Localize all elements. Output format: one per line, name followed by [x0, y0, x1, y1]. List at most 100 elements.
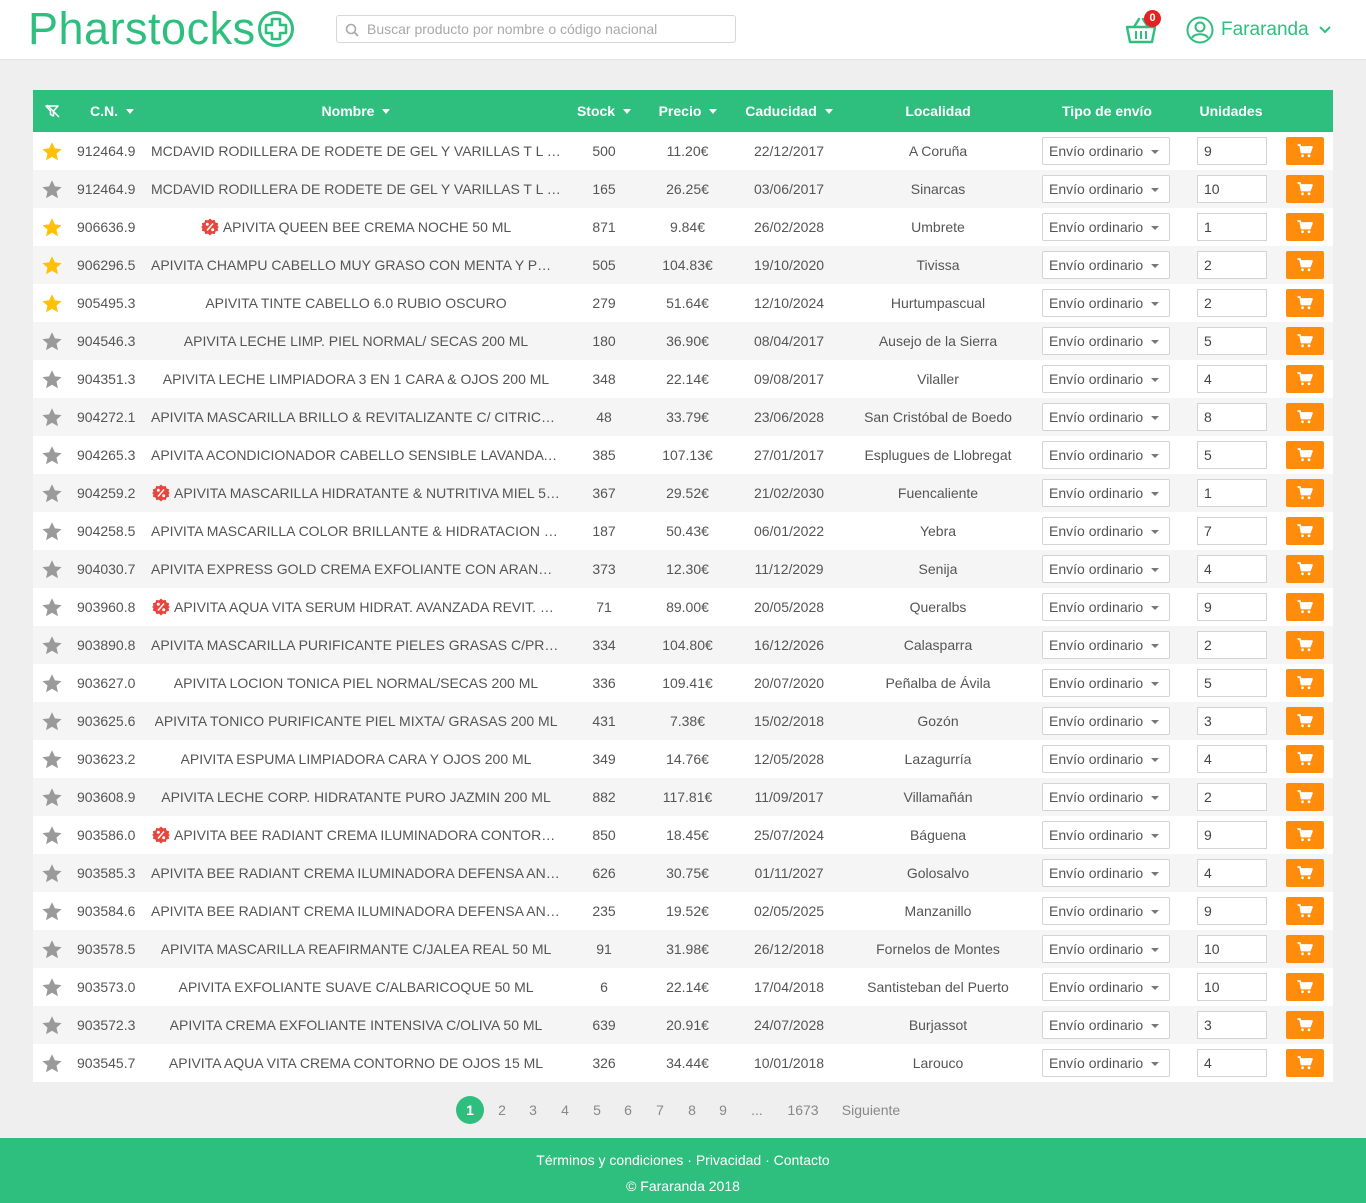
product-name[interactable]: APIVITA CREMA EXFOLIANTE INTENSIVA C/OLI… [170, 1017, 543, 1033]
product-name[interactable]: APIVITA BEE RADIANT CREMA ILUMINADORA DE… [151, 865, 561, 881]
next-page-link[interactable]: Siguiente [836, 1096, 906, 1124]
favorite-star-icon[interactable] [41, 597, 63, 618]
favorite-star-icon[interactable] [41, 407, 63, 428]
add-to-cart-button[interactable] [1286, 479, 1324, 507]
units-input[interactable] [1197, 213, 1267, 241]
shipping-type-select[interactable]: Envío ordinario [1042, 1049, 1170, 1077]
add-to-cart-button[interactable] [1286, 707, 1324, 735]
shipping-type-select[interactable]: Envío ordinario [1042, 441, 1170, 469]
favorite-star-icon[interactable] [41, 141, 63, 162]
column-header-nombre[interactable]: Nombre [151, 90, 561, 132]
shipping-type-select[interactable]: Envío ordinario [1042, 973, 1170, 1001]
page-link[interactable]: 8 [682, 1096, 702, 1124]
favorite-star-icon[interactable] [41, 331, 63, 352]
favorite-star-icon[interactable] [41, 749, 63, 770]
units-input[interactable] [1197, 175, 1267, 203]
add-to-cart-button[interactable] [1286, 859, 1324, 887]
units-input[interactable] [1197, 669, 1267, 697]
shipping-type-select[interactable]: Envío ordinario [1042, 631, 1170, 659]
product-name[interactable]: APIVITA LECHE CORP. HIDRATANTE PURO JAZM… [161, 789, 551, 805]
product-name[interactable]: APIVITA MASCARILLA REAFIRMANTE C/JALEA R… [161, 941, 552, 957]
shipping-type-select[interactable]: Envío ordinario [1042, 213, 1170, 241]
units-input[interactable] [1197, 365, 1267, 393]
product-name[interactable]: APIVITA MASCARILLA HIDRATANTE & NUTRITIV… [174, 485, 560, 501]
shipping-type-select[interactable]: Envío ordinario [1042, 669, 1170, 697]
favorite-star-icon[interactable] [41, 483, 63, 504]
product-name[interactable]: APIVITA EXPRESS GOLD CREMA EXFOLIANTE CO… [151, 561, 561, 577]
shipping-type-select[interactable]: Envío ordinario [1042, 935, 1170, 963]
column-header-stock[interactable]: Stock [568, 90, 640, 132]
shipping-type-select[interactable]: Envío ordinario [1042, 707, 1170, 735]
product-name[interactable]: APIVITA LOCION TONICA PIEL NORMAL/SECAS … [174, 675, 538, 691]
product-name[interactable]: APIVITA EXFOLIANTE SUAVE C/ALBARICOQUE 5… [178, 979, 533, 995]
shipping-type-select[interactable]: Envío ordinario [1042, 1011, 1170, 1039]
add-to-cart-button[interactable] [1286, 669, 1324, 697]
product-name[interactable]: APIVITA LECHE LIMP. PIEL NORMAL/ SECAS 2… [184, 333, 528, 349]
units-input[interactable] [1197, 745, 1267, 773]
favorite-star-icon[interactable] [41, 1053, 63, 1074]
shipping-type-select[interactable]: Envío ordinario [1042, 289, 1170, 317]
shipping-type-select[interactable]: Envío ordinario [1042, 517, 1170, 545]
add-to-cart-button[interactable] [1286, 1011, 1324, 1039]
add-to-cart-button[interactable] [1286, 175, 1324, 203]
product-name[interactable]: APIVITA MASCARILLA PURIFICANTE PIELES GR… [151, 637, 561, 653]
add-to-cart-button[interactable] [1286, 593, 1324, 621]
product-name[interactable]: APIVITA ACONDICIONADOR CABELLO SENSIBLE … [151, 447, 561, 463]
terms-link[interactable]: Términos y condiciones [536, 1152, 683, 1168]
column-header-cn[interactable]: C.N. [77, 90, 147, 132]
shipping-type-select[interactable]: Envío ordinario [1042, 593, 1170, 621]
favorite-star-icon[interactable] [41, 1015, 63, 1036]
search-input[interactable] [367, 19, 727, 39]
units-input[interactable] [1197, 137, 1267, 165]
page-link[interactable]: 2 [492, 1096, 512, 1124]
units-input[interactable] [1197, 1011, 1267, 1039]
units-input[interactable] [1197, 631, 1267, 659]
favorite-star-icon[interactable] [41, 711, 63, 732]
product-name[interactable]: APIVITA BEE RADIANT CREMA ILUMINADORA CO… [174, 827, 560, 843]
product-name[interactable]: APIVITA MASCARILLA BRILLO & REVITALIZANT… [151, 409, 561, 425]
product-name[interactable]: MCDAVID RODILLERA DE RODETE DE GEL Y VAR… [151, 143, 561, 159]
shipping-type-select[interactable]: Envío ordinario [1042, 745, 1170, 773]
add-to-cart-button[interactable] [1286, 327, 1324, 355]
units-input[interactable] [1197, 897, 1267, 925]
add-to-cart-button[interactable] [1286, 441, 1324, 469]
shipping-type-select[interactable]: Envío ordinario [1042, 859, 1170, 887]
add-to-cart-button[interactable] [1286, 897, 1324, 925]
product-name[interactable]: APIVITA QUEEN BEE CREMA NOCHE 50 ML [223, 219, 511, 235]
favorite-star-icon[interactable] [41, 977, 63, 998]
shipping-type-select[interactable]: Envío ordinario [1042, 175, 1170, 203]
product-name[interactable]: APIVITA CHAMPU CABELLO MUY GRASO CON MEN… [151, 257, 561, 273]
units-input[interactable] [1197, 403, 1267, 431]
units-input[interactable] [1197, 593, 1267, 621]
shipping-type-select[interactable]: Envío ordinario [1042, 327, 1170, 355]
product-name[interactable]: APIVITA MASCARILLA COLOR BRILLANTE & HID… [151, 523, 561, 539]
add-to-cart-button[interactable] [1286, 745, 1324, 773]
page-link[interactable]: 7 [650, 1096, 670, 1124]
product-name[interactable]: APIVITA BEE RADIANT CREMA ILUMINADORA DE… [151, 903, 561, 919]
favorite-star-icon[interactable] [41, 445, 63, 466]
add-to-cart-button[interactable] [1286, 783, 1324, 811]
add-to-cart-button[interactable] [1286, 251, 1324, 279]
page-link[interactable]: 9 [713, 1096, 733, 1124]
units-input[interactable] [1197, 821, 1267, 849]
privacy-link[interactable]: Privacidad [696, 1152, 761, 1168]
page-link[interactable]: 1673 [785, 1096, 821, 1124]
units-input[interactable] [1197, 1049, 1267, 1077]
shipping-type-select[interactable]: Envío ordinario [1042, 365, 1170, 393]
page-link[interactable]: 4 [555, 1096, 575, 1124]
favorite-star-icon[interactable] [41, 901, 63, 922]
add-to-cart-button[interactable] [1286, 289, 1324, 317]
favorite-star-icon[interactable] [41, 255, 63, 276]
favorite-star-icon[interactable] [41, 559, 63, 580]
units-input[interactable] [1197, 289, 1267, 317]
page-link[interactable]: 3 [523, 1096, 543, 1124]
units-input[interactable] [1197, 783, 1267, 811]
favorite-star-icon[interactable] [41, 293, 63, 314]
product-name[interactable]: MCDAVID RODILLERA DE RODETE DE GEL Y VAR… [151, 181, 561, 197]
add-to-cart-button[interactable] [1286, 1049, 1324, 1077]
add-to-cart-button[interactable] [1286, 935, 1324, 963]
product-name[interactable]: APIVITA ESPUMA LIMPIADORA CARA Y OJOS 20… [181, 751, 532, 767]
favorite-star-icon[interactable] [41, 825, 63, 846]
add-to-cart-button[interactable] [1286, 403, 1324, 431]
page-link[interactable]: 5 [587, 1096, 607, 1124]
